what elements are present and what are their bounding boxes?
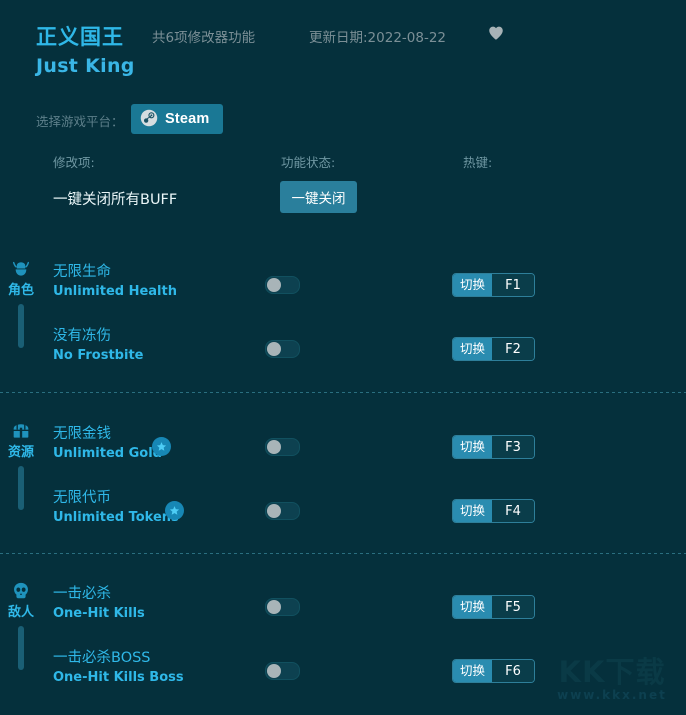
hotkey-key-label: F4	[492, 500, 535, 522]
cheat-name-group: 一击必杀BOSS One-Hit Kills Boss	[53, 648, 184, 687]
cheat-name-en: One-Hit Kills	[53, 606, 145, 621]
cheat-name-en: One-Hit Kills Boss	[53, 670, 184, 685]
cheat-hotkey-button[interactable]: 切换 F3	[452, 435, 536, 459]
cheat-name-group: 没有冻伤 No Frostbite	[53, 326, 143, 365]
hotkey-key-label: F5	[492, 596, 535, 618]
toggle-knob	[267, 664, 281, 678]
global-disable-label: 一键关闭所有BUFF	[53, 192, 178, 208]
cheat-hotkey-button[interactable]: 切换 F4	[452, 499, 536, 523]
toggle-knob	[267, 342, 281, 356]
cheat-name-cn: 一击必杀BOSS	[53, 650, 151, 666]
column-header-item: 修改项:	[53, 155, 95, 170]
cheat-toggle[interactable]	[265, 438, 300, 456]
hotkey-action-label: 切换	[453, 274, 493, 296]
premium-star-icon	[165, 501, 184, 520]
section-divider	[0, 392, 686, 393]
hotkey-key-label: F2	[492, 338, 535, 360]
cheat-hotkey-button[interactable]: 切换 F6	[452, 659, 536, 683]
cheat-name-group: 无限生命 Unlimited Health	[53, 262, 177, 301]
cheat-hotkey-button[interactable]: 切换 F2	[452, 337, 536, 361]
column-headers: 修改项: 功能状态: 热键:	[0, 152, 686, 174]
update-date: 更新日期:2022-08-22	[309, 30, 447, 46]
cheat-name-en: No Frostbite	[53, 348, 144, 363]
column-header-status: 功能状态:	[281, 155, 336, 170]
cheat-row: 没有冻伤 No Frostbite 切换 F2	[0, 326, 686, 376]
cheat-toggle[interactable]	[265, 276, 300, 294]
cheat-name-en: Unlimited Gold	[53, 446, 162, 461]
hotkey-action-label: 切换	[453, 596, 493, 618]
hotkey-action-label: 切换	[453, 500, 493, 522]
hotkey-key-label: F3	[492, 436, 535, 458]
platform-row: 选择游戏平台： Steam	[0, 102, 686, 140]
hotkey-action-label: 切换	[453, 660, 493, 682]
toggle-knob	[267, 440, 281, 454]
platform-label: 选择游戏平台：	[36, 114, 124, 129]
cheat-row: 一击必杀 One-Hit Kills 切换 F5	[0, 584, 686, 634]
cheat-name-cn: 一击必杀	[53, 586, 111, 602]
cheat-toggle[interactable]	[265, 340, 300, 358]
global-disable-button[interactable]: 一键关闭	[280, 181, 357, 213]
cheat-hotkey-button[interactable]: 切换 F5	[452, 595, 536, 619]
cheat-name-cn: 无限金钱	[53, 426, 111, 442]
hotkey-action-label: 切换	[453, 338, 493, 360]
cheat-row: 一击必杀BOSS One-Hit Kills Boss 切换 F6	[0, 648, 686, 698]
game-title-en: Just King	[36, 55, 135, 77]
heart-icon[interactable]	[487, 24, 505, 42]
game-title-cn: 正义国王	[36, 25, 124, 49]
cheat-name-cn: 无限生命	[53, 264, 111, 280]
steam-icon	[140, 109, 158, 130]
cheat-name-group: 无限金钱 Unlimited Gold	[53, 424, 162, 463]
cheat-name-en: Unlimited Tokens	[53, 510, 179, 525]
platform-steam-button[interactable]: Steam	[131, 104, 223, 134]
premium-star-icon	[152, 437, 171, 456]
toggle-knob	[267, 504, 281, 518]
header: 正义国王 共6项修改器功能 更新日期:2022-08-22 Just King	[0, 0, 686, 96]
trainer-window: 正义国王 共6项修改器功能 更新日期:2022-08-22 Just King …	[0, 0, 686, 715]
cheat-toggle[interactable]	[265, 598, 300, 616]
cheat-name-en: Unlimited Health	[53, 284, 177, 299]
cheat-toggle[interactable]	[265, 502, 300, 520]
cheat-toggle[interactable]	[265, 662, 300, 680]
cheat-name-group: 无限代币 Unlimited Tokens	[53, 488, 179, 527]
steam-label: Steam	[165, 111, 210, 127]
cheat-row: 无限生命 Unlimited Health 切换 F1	[0, 262, 686, 312]
column-header-hotkey: 热键:	[463, 155, 493, 170]
cheat-hotkey-button[interactable]: 切换 F1	[452, 273, 536, 297]
hotkey-action-label: 切换	[453, 436, 493, 458]
section-divider	[0, 553, 686, 554]
cheat-row: 无限代币 Unlimited Tokens 切换 F4	[0, 488, 686, 538]
hotkey-key-label: F1	[492, 274, 535, 296]
cheat-row: 无限金钱 Unlimited Gold 切换 F3	[0, 424, 686, 474]
feature-count: 共6项修改器功能	[152, 30, 256, 46]
toggle-knob	[267, 600, 281, 614]
toggle-knob	[267, 278, 281, 292]
cheat-name-group: 一击必杀 One-Hit Kills	[53, 584, 145, 623]
cheat-name-cn: 无限代币	[53, 490, 111, 506]
cheat-name-cn: 没有冻伤	[53, 328, 111, 344]
hotkey-key-label: F6	[492, 660, 535, 682]
global-disable-row: 一键关闭所有BUFF 一键关闭	[0, 181, 686, 219]
